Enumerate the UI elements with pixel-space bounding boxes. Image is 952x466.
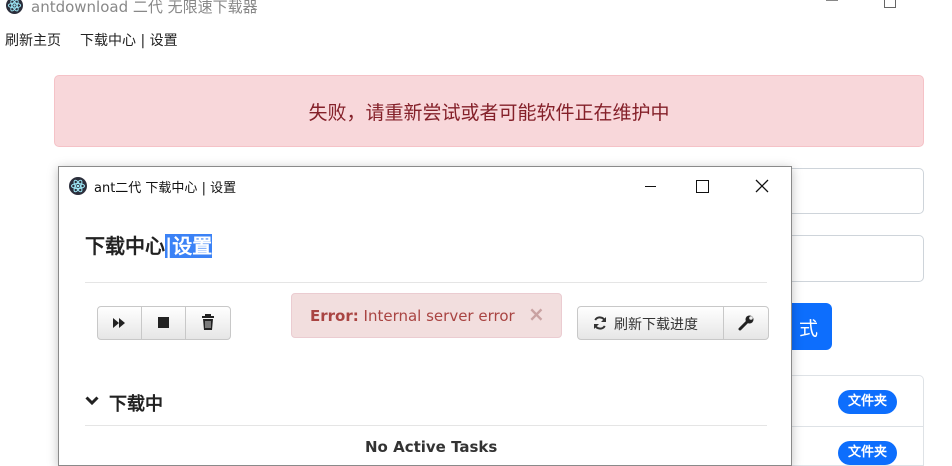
url-input[interactable] [780,168,924,214]
stop-square-icon [158,317,169,328]
list-item: 文件夹 [780,375,924,427]
error-alert: 失败，请重新尝试或者可能软件正在维护中 [54,75,924,147]
main-maximize-button[interactable] [884,0,896,8]
delete-all-button[interactable] [186,307,230,339]
progress-action-group: 刷新下载进度 [577,306,769,340]
download-center-dialog: ant二代 下载中心 | 设置 下载中心|设置 Error: Internal … [58,166,792,466]
dialog-close-button[interactable] [749,177,775,197]
wrench-icon [738,315,754,331]
dialog-title: ant二代 下载中心 | 设置 [94,181,237,196]
refresh-icon [594,316,606,330]
server-error-label: Error: [310,307,359,325]
folder-badge[interactable]: 文件夹 [838,390,898,414]
dialog-maximize-button[interactable] [690,177,716,197]
section-downloading-label: 下载中 [109,394,163,415]
trash-icon [202,314,214,330]
stop-all-button[interactable] [142,307,186,339]
chevron-down-icon [85,396,99,406]
server-error-alert: Error: Internal server error × [291,293,562,338]
menu-download-center[interactable]: 下载中心 | 设置 [80,30,178,50]
error-alert-text: 失败，请重新尝试或者可能软件正在维护中 [308,102,670,124]
list-item: 文件夹 [780,426,924,466]
fast-forward-icon [113,318,125,328]
server-error-message: Internal server error [363,307,515,325]
main-minimize-button[interactable] [826,0,838,1]
resume-all-button[interactable] [98,307,142,339]
close-icon [755,179,769,193]
empty-state-text: No Active Tasks [365,438,498,456]
divider [85,282,767,283]
refresh-progress-label: 刷新下载进度 [614,317,698,333]
submit-button-label: 式 [798,318,818,340]
main-titlebar[interactable]: antdownload 二代 无限速下载器 [0,0,952,16]
page-title: 下载中心|设置 [85,230,213,259]
folder-badge[interactable]: 文件夹 [838,441,898,465]
divider [85,425,767,426]
password-input[interactable] [780,235,924,282]
task-control-group [97,306,231,340]
server-error-text: Error: Internal server error [310,307,515,325]
page-title-selected-text: |设置 [165,234,213,258]
app-logo-icon [69,177,87,195]
page-title-text: 下载中心 [85,234,165,258]
settings-button[interactable] [724,307,768,339]
menu-refresh-home[interactable]: 刷新主页 [5,30,61,50]
app-logo-icon [6,0,23,14]
refresh-progress-button[interactable]: 刷新下载进度 [578,307,724,339]
dialog-titlebar[interactable]: ant二代 下载中心 | 设置 [59,167,791,205]
main-window-title: antdownload 二代 无限速下载器 [31,0,258,16]
dialog-minimize-button[interactable] [638,177,664,197]
server-error-close-button[interactable]: × [528,302,545,326]
